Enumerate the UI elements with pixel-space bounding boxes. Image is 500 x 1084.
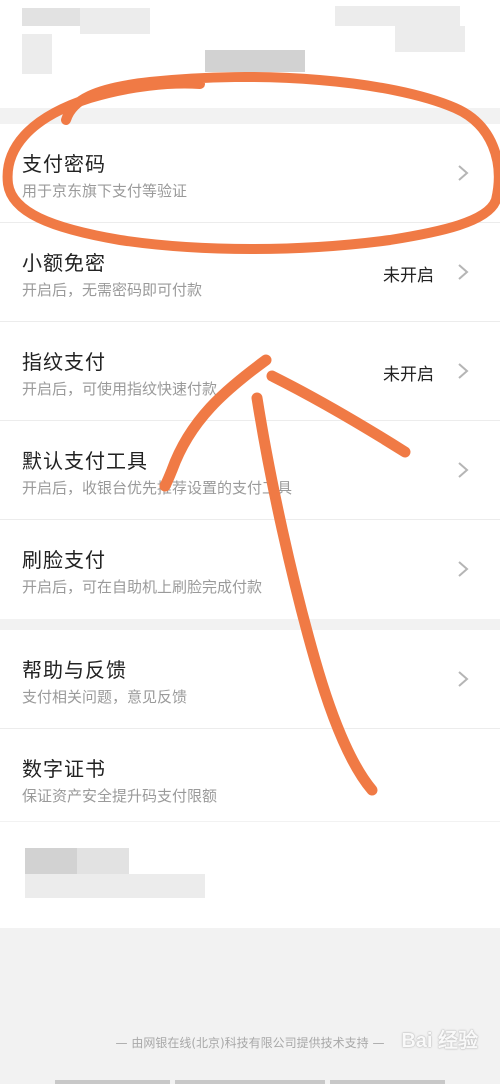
row-subtitle: 用于京东旗下支付等验证 <box>22 182 188 200</box>
chevron-right-icon <box>458 462 469 478</box>
row-status: 未开启 <box>383 266 434 286</box>
blurred-area <box>80 8 150 34</box>
blurred-status-area <box>395 26 465 52</box>
setting-row-fingerprint-pay[interactable]: 指纹支付 开启后，可使用指纹快速付款 未开启 <box>0 322 500 421</box>
row-status: 未开启 <box>383 365 434 385</box>
setting-row-default-payment-tool[interactable]: 默认支付工具 开启后，收银台优先推荐设置的支付工具 <box>0 421 500 520</box>
row-subtitle: 支付相关问题，意见反馈 <box>22 688 188 706</box>
security-settings-group: 支付密码 用于京东旗下支付等验证 小额免密 开启后，无需密码即可付款 未开启 指… <box>0 124 500 619</box>
bottom-indicator-mid <box>175 1080 325 1084</box>
setting-row-face-pay[interactable]: 刷脸支付 开启后，可在自助机上刷脸完成付款 <box>0 520 500 619</box>
blurred-account-area <box>0 822 500 928</box>
blurred-area <box>22 34 52 74</box>
chevron-right-icon <box>458 264 469 280</box>
row-title: 帮助与反馈 <box>22 658 127 682</box>
row-subtitle: 开启后，可在自助机上刷脸完成付款 <box>22 578 263 596</box>
chevron-right-icon <box>458 561 469 577</box>
row-subtitle: 保证资产安全提升码支付限额 <box>22 787 218 805</box>
blurred-title-area <box>205 50 305 72</box>
setting-row-help-feedback[interactable]: 帮助与反馈 支付相关问题，意见反馈 <box>0 630 500 729</box>
row-subtitle: 开启后，收银台优先推荐设置的支付工具 <box>22 479 293 497</box>
setting-row-payment-password[interactable]: 支付密码 用于京东旗下支付等验证 <box>0 124 500 223</box>
watermark-logo: Bai 经验 <box>401 1030 478 1052</box>
row-title: 指纹支付 <box>22 350 106 374</box>
chevron-right-icon <box>458 165 469 181</box>
bottom-indicator-right <box>330 1080 445 1084</box>
row-title: 刷脸支付 <box>22 548 106 572</box>
row-title: 支付密码 <box>22 152 106 176</box>
header-bar <box>0 0 500 108</box>
setting-row-digital-certificate[interactable]: 数字证书 保证资产安全提升码支付限额 <box>0 729 500 821</box>
row-title: 数字证书 <box>22 757 106 781</box>
chevron-right-icon <box>458 363 469 379</box>
blurred-area <box>25 874 205 898</box>
chevron-right-icon <box>458 671 469 687</box>
row-title: 小额免密 <box>22 251 106 275</box>
row-subtitle: 开启后，无需密码即可付款 <box>22 281 203 299</box>
bottom-indicator-left <box>55 1080 170 1084</box>
blurred-back-area <box>22 8 80 26</box>
blurred-area <box>77 848 129 874</box>
blurred-area <box>25 848 77 874</box>
blurred-status-area <box>335 6 460 26</box>
help-settings-group: 帮助与反馈 支付相关问题，意见反馈 数字证书 保证资产安全提升码支付限额 <box>0 630 500 821</box>
row-subtitle: 开启后，可使用指纹快速付款 <box>22 380 218 398</box>
row-title: 默认支付工具 <box>22 449 148 473</box>
setting-row-small-amount-free[interactable]: 小额免密 开启后，无需密码即可付款 未开启 <box>0 223 500 322</box>
